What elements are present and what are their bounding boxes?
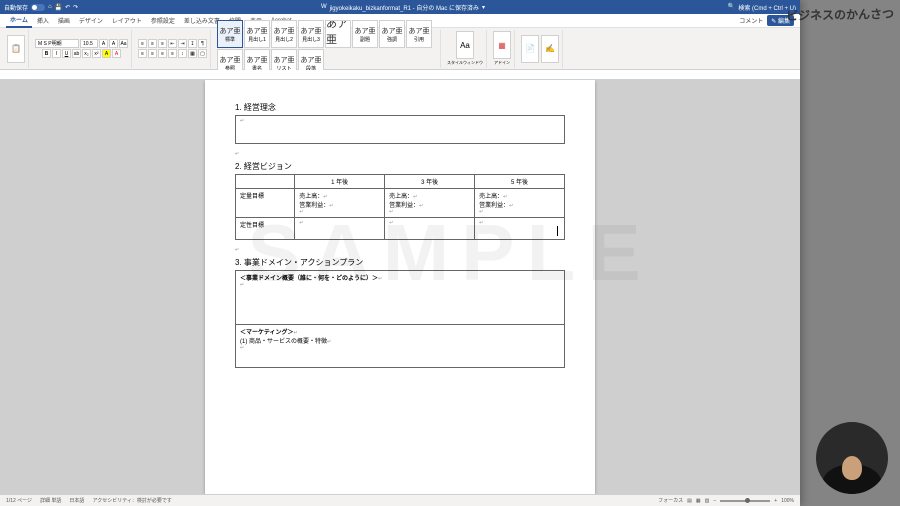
table-vision[interactable]: 1 年後3 年後5 年後 定量目標 売上高：↵営業利益：↵↵ 売上高：↵営業利益… xyxy=(235,174,565,240)
view-read-icon[interactable]: ▤ xyxy=(687,498,692,504)
comments-button[interactable]: コメント xyxy=(739,16,763,25)
shading-icon[interactable]: ▦ xyxy=(188,49,197,58)
style-pane-group: Aa スタイルウィンドウ xyxy=(444,30,487,68)
font-color-button[interactable]: A xyxy=(112,49,121,58)
title-bar: 自動保存 ⌂ 💾 ↶ ↷ W jigyokeikaku_bizkanformat… xyxy=(0,0,800,14)
style-pane-label: スタイルウィンドウ xyxy=(447,60,483,66)
page[interactable]: 1. 経営理念 ↵ ↵ 2. 経営ビジョン 1 年後3 年後5 年後 定量目標 … xyxy=(205,80,595,494)
align-left-icon[interactable]: ≡ xyxy=(138,49,147,58)
style-item[interactable]: あア亜見出し1 xyxy=(244,20,270,48)
style-item[interactable]: あア亜標準 xyxy=(217,20,243,48)
font-size-select[interactable] xyxy=(80,39,98,48)
ruler[interactable] xyxy=(0,70,800,80)
heading-1[interactable]: 1. 経営理念 xyxy=(235,102,565,113)
font-select[interactable] xyxy=(35,39,79,48)
search-icon[interactable]: 🔍 xyxy=(728,3,735,12)
table-philosophy[interactable]: ↵ xyxy=(235,115,565,144)
presenter-video xyxy=(816,422,888,494)
tab-insert[interactable]: 挿入 xyxy=(33,14,53,27)
document-title[interactable]: jigyokeikaku_bizkanformat_R1 - 自分の Mac に… xyxy=(330,3,479,12)
tab-design[interactable]: デザイン xyxy=(75,14,107,27)
zoom-out-icon[interactable]: − xyxy=(713,498,716,504)
font-group: A A Aa B I U ab x₂ x² A A xyxy=(32,30,132,68)
pencil-icon: ✎ xyxy=(771,19,776,25)
paragraph-group: ≡ ≡ ≡ ⇤ ⇥ ↧ ¶ ≡ ≡ ≡ ≡ ↕ ▦ ▢ xyxy=(135,30,211,68)
create-pdf-button[interactable]: 📄 xyxy=(521,35,539,63)
zoom-value[interactable]: 100% xyxy=(781,498,794,504)
align-center-icon[interactable]: ≡ xyxy=(148,49,157,58)
tab-home[interactable]: ホーム xyxy=(6,13,32,28)
indent-inc-icon[interactable]: ⇥ xyxy=(178,39,187,48)
style-pane-button[interactable]: Aa xyxy=(456,31,474,59)
indent-dec-icon[interactable]: ⇤ xyxy=(168,39,177,48)
styles-group: あア亜標準 あア亜見出し1 あア亜見出し2 あア亜見出し3 あア亜表題 あア亜副… xyxy=(214,30,441,68)
zoom-in-icon[interactable]: + xyxy=(774,498,777,504)
italic-button[interactable]: I xyxy=(52,49,61,58)
numbering-icon[interactable]: ≡ xyxy=(148,39,157,48)
heading-3[interactable]: 3. 事業ドメイン・アクションプラン xyxy=(235,257,565,268)
highlight-button[interactable]: A xyxy=(102,49,111,58)
text-cursor xyxy=(557,226,558,236)
heading-2[interactable]: 2. 経営ビジョン xyxy=(235,161,565,172)
increase-font-icon[interactable]: A xyxy=(99,39,108,48)
tab-references[interactable]: 参照設定 xyxy=(147,14,179,27)
underline-button[interactable]: U xyxy=(62,49,71,58)
style-item[interactable]: あア亜副題 xyxy=(352,20,378,48)
style-item[interactable]: あア亜引用 xyxy=(406,20,432,48)
accessibility-status[interactable]: アクセシビリティ：検討が必要です xyxy=(92,497,171,504)
multilevel-icon[interactable]: ≡ xyxy=(158,39,167,48)
style-item[interactable]: あア亜表題 xyxy=(325,20,351,48)
clipboard-group: 📋 xyxy=(4,30,29,68)
view-print-icon[interactable]: ▦ xyxy=(696,498,701,504)
borders-icon[interactable]: ▢ xyxy=(198,49,207,58)
style-item[interactable]: あア亜見出し2 xyxy=(271,20,297,48)
justify-icon[interactable]: ≡ xyxy=(168,49,177,58)
ribbon: 📋 A A Aa B I U ab x₂ x² A A ≡ ≡ ≡ ⇤ ⇥ ↧ … xyxy=(0,28,800,70)
tab-draw[interactable]: 描画 xyxy=(54,14,74,27)
addins-group: ▦ アドイン xyxy=(490,30,515,68)
word-count[interactable]: 詳細 単語 xyxy=(40,497,61,504)
sub-button[interactable]: x₂ xyxy=(82,49,91,58)
acrobat-group: 📄 ✍ xyxy=(518,30,563,68)
addins-button[interactable]: ▦ xyxy=(493,31,511,59)
line-spacing-icon[interactable]: ↕ xyxy=(178,49,187,58)
style-item[interactable]: あア亜見出し3 xyxy=(298,20,324,48)
autosave-label: 自動保存 xyxy=(4,3,28,12)
word-icon: W xyxy=(321,4,327,10)
word-window: 自動保存 ⌂ 💾 ↶ ↷ W jigyokeikaku_bizkanformat… xyxy=(0,0,800,506)
align-right-icon[interactable]: ≡ xyxy=(158,49,167,58)
pilcrow-icon[interactable]: ¶ xyxy=(198,39,207,48)
home-icon[interactable]: ⌂ xyxy=(48,4,52,10)
sort-icon[interactable]: ↧ xyxy=(188,39,197,48)
bullets-icon[interactable]: ≡ xyxy=(138,39,147,48)
sup-button[interactable]: x² xyxy=(92,49,101,58)
overlay-logo: ビジネスのかんさつ xyxy=(786,5,894,24)
zoom-slider[interactable] xyxy=(720,500,770,502)
language-status[interactable]: 日本語 xyxy=(69,497,84,504)
clear-format-icon[interactable]: Aa xyxy=(119,39,128,48)
paste-button[interactable]: 📋 xyxy=(7,35,25,63)
focus-mode[interactable]: フォーカス xyxy=(658,497,683,504)
addins-label: アドイン xyxy=(494,60,510,66)
autosave-toggle[interactable] xyxy=(31,4,45,11)
bold-button[interactable]: B xyxy=(42,49,51,58)
decrease-font-icon[interactable]: A xyxy=(109,39,118,48)
page-count[interactable]: 1/12 ページ xyxy=(6,497,32,504)
table-domain[interactable]: ＜事業ドメイン概要（誰に・何を・どのように）＞↵↵ ＜マーケティング＞↵(1) … xyxy=(235,270,565,368)
strike-button[interactable]: ab xyxy=(72,49,81,58)
tab-layout[interactable]: レイアウト xyxy=(108,14,146,27)
view-web-icon[interactable]: ▥ xyxy=(705,498,710,504)
redo-icon[interactable]: ↷ xyxy=(73,4,78,11)
chevron-down-icon[interactable]: ▾ xyxy=(482,4,485,11)
style-item[interactable]: あア亜強調 xyxy=(379,20,405,48)
status-bar: 1/12 ページ 詳細 単語 日本語 アクセシビリティ：検討が必要です フォーカ… xyxy=(0,494,800,506)
undo-icon[interactable]: ↶ xyxy=(65,4,70,11)
style-gallery[interactable]: あア亜標準 あア亜見出し1 あア亜見出し2 あア亜見出し3 あア亜表題 あア亜副… xyxy=(217,20,437,77)
save-icon[interactable]: 💾 xyxy=(55,4,62,11)
document-area[interactable]: 1. 経営理念 ↵ ↵ 2. 経営ビジョン 1 年後3 年後5 年後 定量目標 … xyxy=(0,80,800,494)
request-sign-button[interactable]: ✍ xyxy=(541,35,559,63)
